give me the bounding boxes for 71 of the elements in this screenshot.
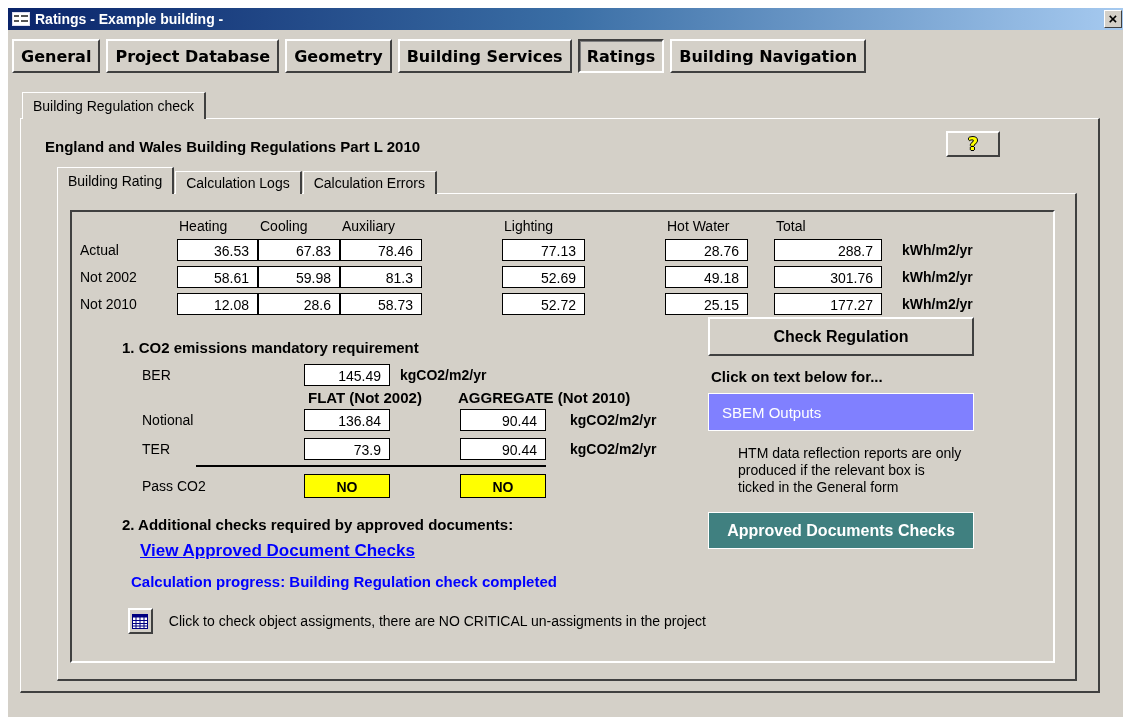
- section-heading: England and Wales Building Regulations Part L 2010: [45, 138, 421, 155]
- check-regulation-button[interactable]: Check Regulation: [708, 317, 974, 356]
- value-field: 36.53: [177, 239, 258, 261]
- row-label: Notional: [142, 412, 195, 428]
- value-field: 58.61: [177, 266, 258, 288]
- column-header: Heating: [178, 218, 229, 234]
- value-field: 73.9: [304, 438, 390, 460]
- row-label: TER: [142, 441, 171, 457]
- unit-label: kWh/m2/yr: [902, 242, 974, 258]
- value-field: 77.13: [502, 239, 585, 261]
- value-field: 301.76: [774, 266, 882, 288]
- section-tab[interactable]: Building Regulation check: [22, 92, 207, 119]
- form-tab[interactable]: Geometry: [285, 39, 392, 73]
- value-field: 58.73: [340, 293, 422, 315]
- value-field: 25.15: [665, 293, 748, 315]
- value-field: 288.7: [774, 239, 882, 261]
- approved-documents-button[interactable]: Approved Documents Checks: [708, 512, 974, 549]
- value-field: 28.6: [258, 293, 340, 315]
- progress-message: Calculation progress: Building Regulation check completed: [131, 573, 558, 590]
- value-field: 67.83: [258, 239, 340, 261]
- section-title: 1. CO2 emissions mandatory requirement: [122, 339, 420, 356]
- assignments-note: Click to check object assigments, there are NO CRITICAL un-assigments in the project: [168, 613, 706, 629]
- value-field: 177.27: [774, 293, 882, 315]
- form-icon: [12, 12, 30, 26]
- close-button[interactable]: ×: [1104, 10, 1122, 28]
- value-field: 78.46: [340, 239, 422, 261]
- column-header: Lighting: [503, 218, 555, 234]
- value-field: 52.69: [502, 266, 585, 288]
- column-header: AGGREGATE (Not 2010): [458, 389, 632, 406]
- section-title: 2. Additional checks required by approved documents:: [122, 516, 515, 533]
- hint-text: Click on text below for...: [711, 368, 884, 385]
- value-field: 136.84: [304, 409, 390, 431]
- column-header: Auxiliary: [341, 218, 396, 234]
- value-field: 81.3: [340, 266, 422, 288]
- value-field: 90.44: [460, 409, 546, 431]
- unit-label: kgCO2/m2/yr: [570, 441, 658, 457]
- column-header: FLAT (Not 2002): [308, 389, 423, 406]
- report-note: HTM data reflection reports are only produced if the relevant box is ticked in the General form: [738, 445, 963, 496]
- result-field: NO: [304, 474, 390, 498]
- column-header: Cooling: [259, 218, 309, 234]
- table-icon: [132, 613, 149, 629]
- sub-tab[interactable]: Calculation Errors: [302, 171, 437, 194]
- form-tab[interactable]: Project Database: [106, 39, 280, 73]
- sub-tab[interactable]: Building Rating: [57, 167, 175, 194]
- assignments-button[interactable]: [128, 608, 153, 634]
- row-label: Not 2010: [80, 296, 138, 312]
- unit-label: kWh/m2/yr: [902, 269, 974, 285]
- sub-tab[interactable]: Calculation Logs: [175, 171, 302, 194]
- value-field: 90.44: [460, 438, 546, 460]
- form-tab[interactable]: General: [12, 39, 101, 73]
- row-label: Actual: [80, 242, 120, 258]
- form-tab[interactable]: Building Services: [397, 39, 572, 73]
- result-field: NO: [460, 474, 546, 498]
- value-field: 12.08: [177, 293, 258, 315]
- value-field: 145.49: [304, 364, 390, 386]
- row-label: Not 2002: [80, 269, 138, 285]
- document-checks-link[interactable]: View Approved Document Checks: [140, 541, 415, 561]
- unit-label: kWh/m2/yr: [902, 296, 974, 312]
- window-title: Ratings - Example building -: [35, 11, 225, 27]
- value-field: 28.76: [665, 239, 748, 261]
- form-tab[interactable]: Ratings: [577, 39, 665, 73]
- row-label: BER: [142, 367, 172, 383]
- column-header: Hot Water: [666, 218, 731, 234]
- column-header: Total: [775, 218, 807, 234]
- unit-label: kgCO2/m2/yr: [570, 412, 658, 428]
- value-field: 49.18: [665, 266, 748, 288]
- unit-label: kgCO2/m2/yr: [399, 367, 488, 383]
- value-field: 59.98: [258, 266, 340, 288]
- row-label: Pass CO2: [142, 478, 207, 494]
- form-tab[interactable]: Building Navigation: [670, 39, 867, 73]
- value-field: 52.72: [502, 293, 585, 315]
